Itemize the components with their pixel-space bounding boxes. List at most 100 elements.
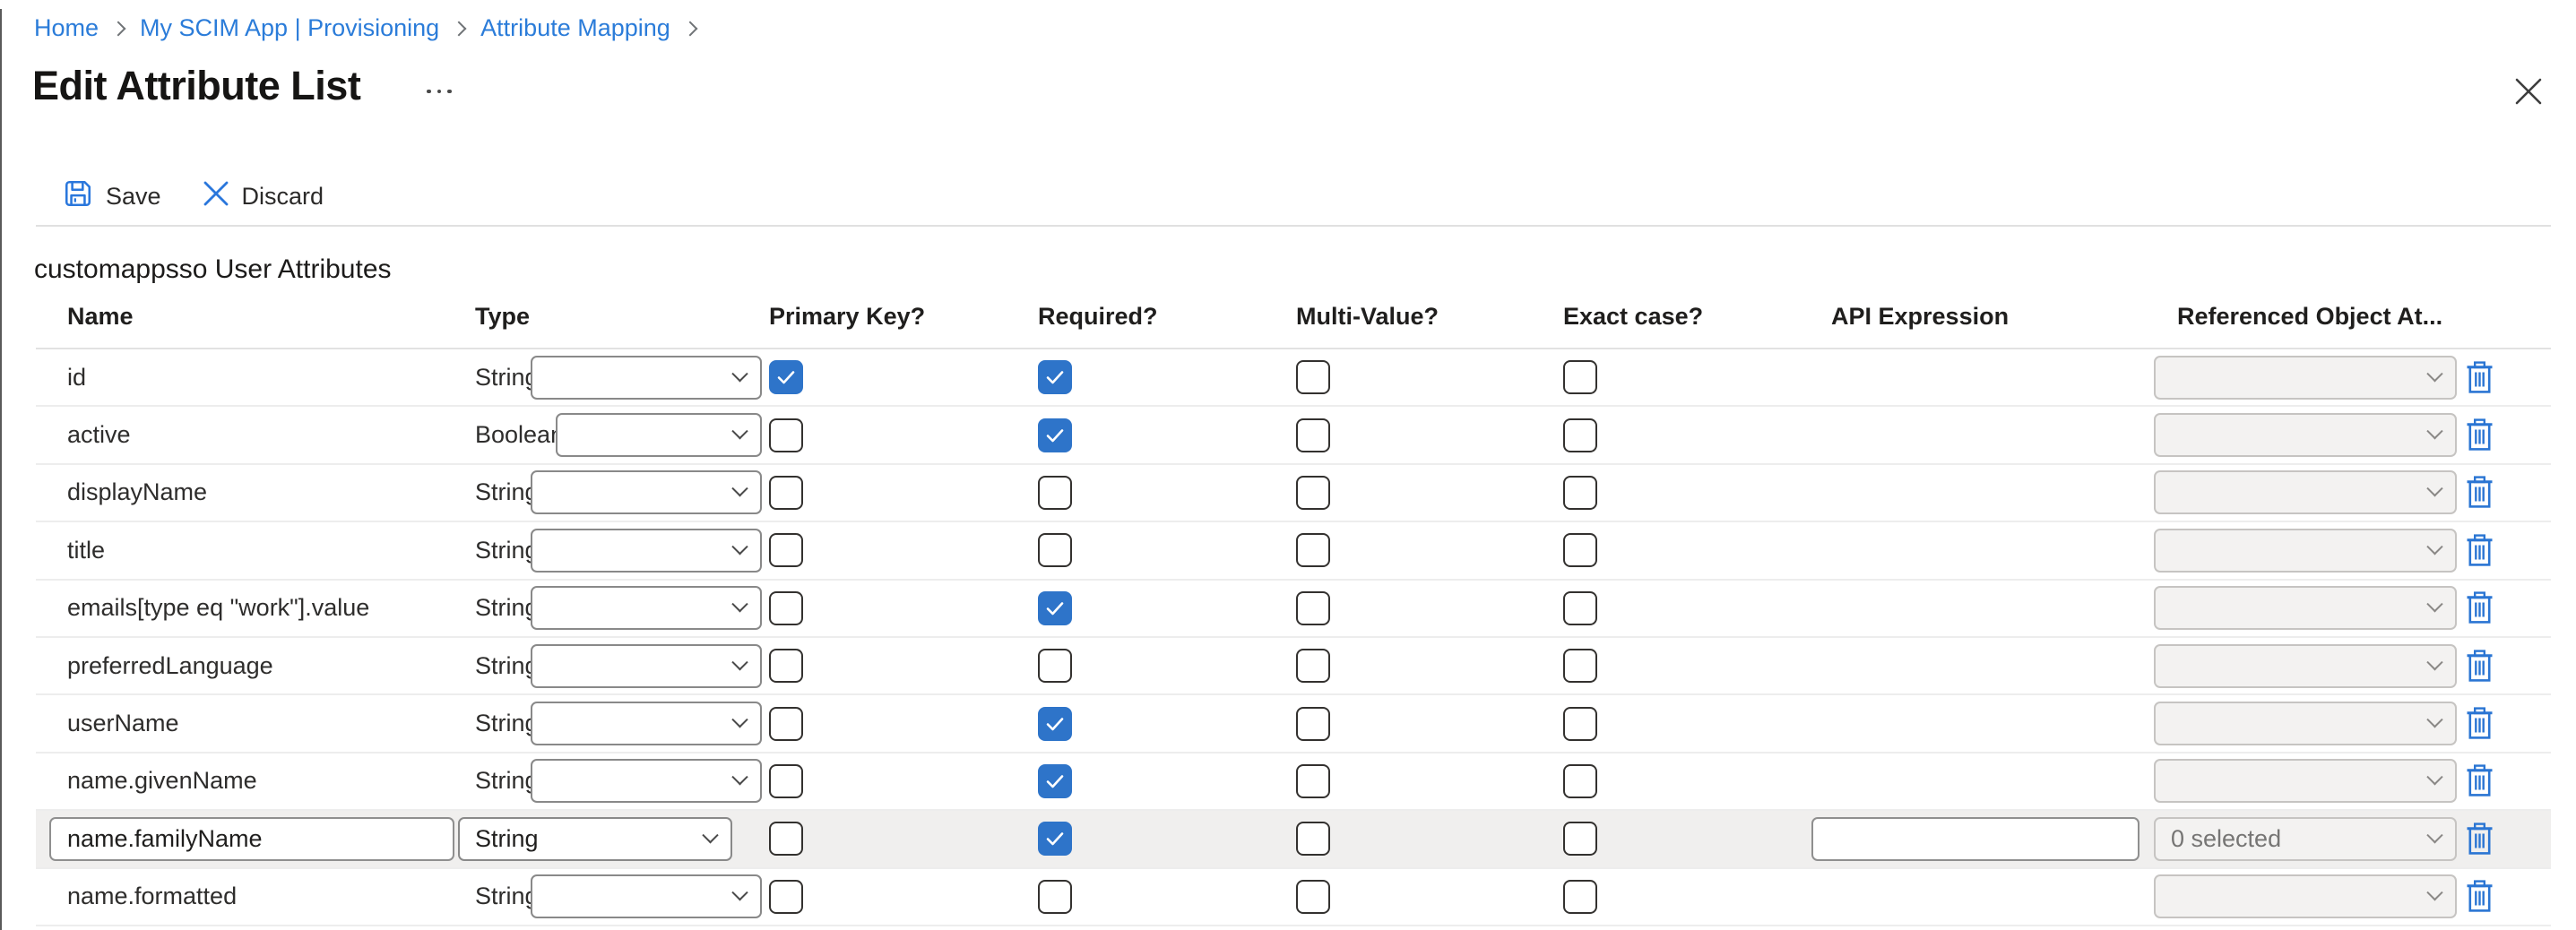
- chevron-down-icon: [731, 596, 748, 612]
- primary-key-checkbox[interactable]: [769, 822, 803, 856]
- primary-key-checkbox[interactable]: [769, 649, 803, 683]
- multi-value-checkbox[interactable]: [1296, 418, 1330, 452]
- delete-row-button[interactable]: [2461, 530, 2497, 570]
- close-icon[interactable]: [2510, 73, 2547, 111]
- delete-row-button[interactable]: [2461, 877, 2497, 917]
- multi-value-checkbox[interactable]: [1296, 476, 1330, 510]
- primary-key-checkbox[interactable]: [769, 418, 803, 452]
- primary-key-checkbox[interactable]: [769, 360, 803, 394]
- referenced-object-select[interactable]: [2154, 470, 2457, 514]
- delete-row-button[interactable]: [2461, 357, 2497, 397]
- required-checkbox[interactable]: [1038, 649, 1072, 683]
- attribute-type-select[interactable]: [531, 529, 762, 573]
- multi-value-checkbox[interactable]: [1296, 360, 1330, 394]
- primary-key-checkbox[interactable]: [769, 591, 803, 625]
- primary-key-checkbox[interactable]: [769, 764, 803, 798]
- required-checkbox[interactable]: [1038, 591, 1072, 625]
- attribute-name: active: [36, 421, 131, 449]
- attribute-name-input[interactable]: [49, 817, 454, 861]
- referenced-object-select[interactable]: 0 selected: [2154, 817, 2457, 861]
- attribute-type: String: [466, 594, 539, 622]
- required-checkbox[interactable]: [1038, 533, 1072, 567]
- delete-row-button[interactable]: [2461, 646, 2497, 685]
- save-button[interactable]: Save: [63, 178, 161, 215]
- primary-key-checkbox[interactable]: [769, 880, 803, 914]
- attribute-type-select[interactable]: [531, 644, 762, 688]
- delete-row-button[interactable]: [2461, 416, 2497, 455]
- multi-value-checkbox[interactable]: [1296, 822, 1330, 856]
- required-checkbox[interactable]: [1038, 707, 1072, 741]
- breadcrumb-chevron-icon: [452, 21, 467, 36]
- required-checkbox[interactable]: [1038, 476, 1072, 510]
- exact-case-checkbox[interactable]: [1563, 418, 1597, 452]
- breadcrumb-link[interactable]: Home: [34, 14, 99, 42]
- chevron-down-icon: [2426, 884, 2442, 900]
- required-checkbox[interactable]: [1038, 764, 1072, 798]
- api-expression-input[interactable]: [1811, 817, 2139, 861]
- table-body: id String: [36, 349, 2551, 926]
- command-bar: Save Discard: [63, 176, 324, 217]
- attribute-type-select[interactable]: [556, 413, 762, 457]
- attribute-type: String: [466, 652, 539, 680]
- multi-value-checkbox[interactable]: [1296, 591, 1330, 625]
- selected-type-label: String: [475, 825, 539, 853]
- attribute-type-select[interactable]: [531, 702, 762, 745]
- multi-value-checkbox[interactable]: [1296, 707, 1330, 741]
- discard-x-icon: [203, 180, 229, 213]
- referenced-object-select[interactable]: [2154, 356, 2457, 400]
- exact-case-checkbox[interactable]: [1563, 591, 1597, 625]
- breadcrumb-link[interactable]: My SCIM App | Provisioning: [140, 14, 439, 42]
- chevron-down-icon: [702, 827, 718, 843]
- required-checkbox[interactable]: [1038, 360, 1072, 394]
- attribute-type-select[interactable]: [531, 470, 762, 514]
- exact-case-checkbox[interactable]: [1563, 533, 1597, 567]
- exact-case-checkbox[interactable]: [1563, 764, 1597, 798]
- chevron-down-icon: [731, 654, 748, 670]
- exact-case-checkbox[interactable]: [1563, 476, 1597, 510]
- attribute-type-select[interactable]: [531, 874, 762, 918]
- table-row: userName String: [36, 695, 2551, 753]
- breadcrumb-link[interactable]: Attribute Mapping: [480, 14, 670, 42]
- delete-row-button[interactable]: [2461, 704, 2497, 744]
- exact-case-checkbox[interactable]: [1563, 822, 1597, 856]
- column-header-type: Type: [466, 303, 762, 331]
- exact-case-checkbox[interactable]: [1563, 649, 1597, 683]
- required-checkbox[interactable]: [1038, 822, 1072, 856]
- more-options-icon[interactable]: [423, 82, 455, 100]
- attribute-type-select[interactable]: [531, 759, 762, 803]
- attribute-type-select[interactable]: [531, 586, 762, 630]
- required-checkbox[interactable]: [1038, 880, 1072, 914]
- referenced-object-select[interactable]: [2154, 874, 2457, 918]
- multi-value-checkbox[interactable]: [1296, 649, 1330, 683]
- referenced-object-select[interactable]: [2154, 529, 2457, 573]
- primary-key-checkbox[interactable]: [769, 533, 803, 567]
- referenced-object-select[interactable]: [2154, 586, 2457, 630]
- trash-icon: [2467, 476, 2493, 509]
- save-icon: [63, 178, 93, 215]
- discard-button[interactable]: Discard: [203, 180, 324, 213]
- delete-row-button[interactable]: [2461, 589, 2497, 628]
- primary-key-checkbox[interactable]: [769, 707, 803, 741]
- multi-value-checkbox[interactable]: [1296, 764, 1330, 798]
- required-checkbox[interactable]: [1038, 418, 1072, 452]
- delete-row-button[interactable]: [2461, 762, 2497, 801]
- attribute-type-select[interactable]: String: [458, 817, 732, 861]
- trash-icon: [2467, 707, 2493, 740]
- table-row: name.givenName String: [36, 753, 2551, 811]
- delete-row-button[interactable]: [2461, 473, 2497, 512]
- exact-case-checkbox[interactable]: [1563, 707, 1597, 741]
- exact-case-checkbox[interactable]: [1563, 880, 1597, 914]
- referenced-object-select[interactable]: [2154, 702, 2457, 745]
- dot: [447, 90, 452, 94]
- attribute-type-select[interactable]: [531, 356, 762, 400]
- primary-key-checkbox[interactable]: [769, 476, 803, 510]
- referenced-object-select[interactable]: [2154, 644, 2457, 688]
- multi-value-checkbox[interactable]: [1296, 533, 1330, 567]
- referenced-object-select[interactable]: [2154, 413, 2457, 457]
- referenced-object-select[interactable]: [2154, 759, 2457, 803]
- exact-case-checkbox[interactable]: [1563, 360, 1597, 394]
- delete-row-button[interactable]: [2461, 819, 2497, 858]
- attribute-name: id: [36, 364, 86, 392]
- attribute-type: String: [466, 883, 539, 910]
- multi-value-checkbox[interactable]: [1296, 880, 1330, 914]
